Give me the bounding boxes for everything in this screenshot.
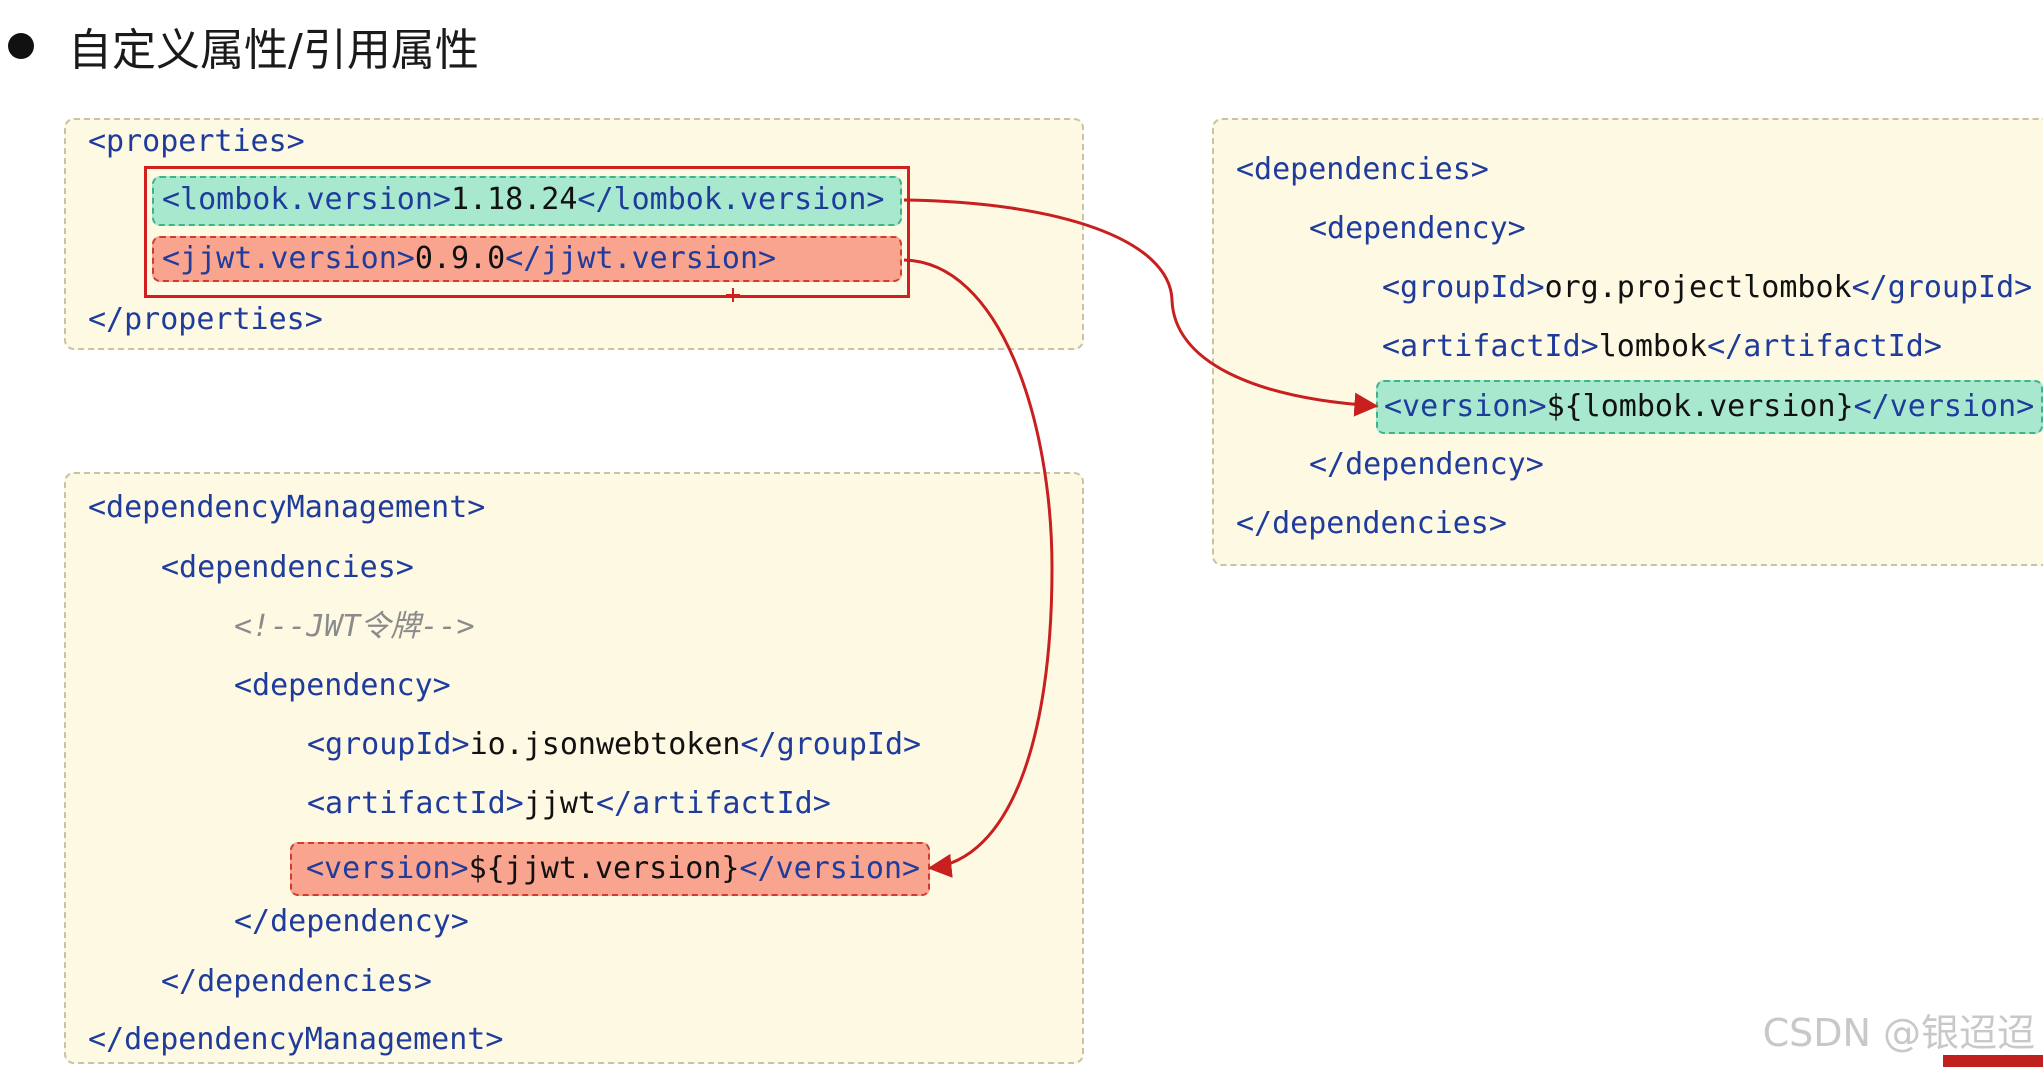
reference-arrows <box>726 198 1379 878</box>
lombok-reference-arrow <box>903 198 1379 417</box>
csdn-watermark: CSDN @银迢迢 <box>1762 1011 2035 1055</box>
cursor-crosshair-icon <box>726 288 740 302</box>
corner-accent <box>1943 1055 2043 1067</box>
jjwt-reference-arrow <box>903 258 1054 878</box>
